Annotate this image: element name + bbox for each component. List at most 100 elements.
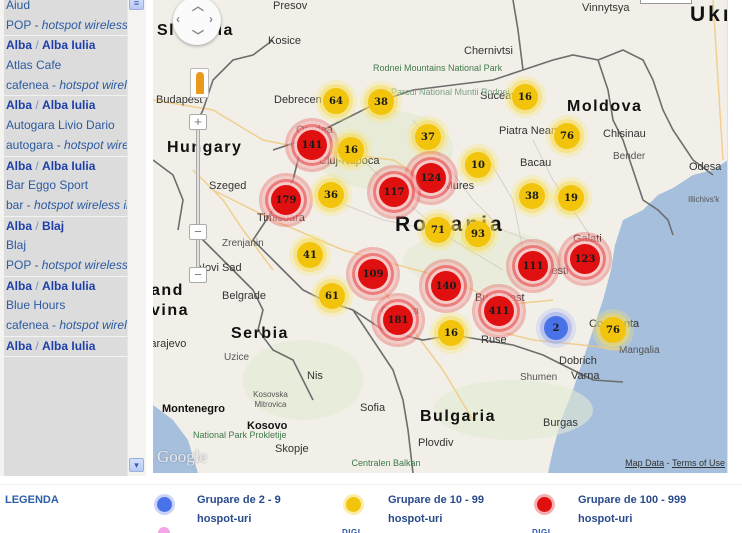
label-mangalia: Mangalia (619, 345, 660, 356)
city-link[interactable]: Alba Iulia (42, 279, 95, 293)
hotspot-type: autogara - hotspot wireless indoor (6, 137, 127, 152)
google-logo: Google (157, 447, 208, 466)
label-bacau: Bacau (520, 157, 552, 169)
cluster-marker[interactable]: 141 (297, 130, 327, 160)
cluster-marker[interactable]: 181 (383, 305, 413, 335)
pan-left-icon[interactable]: ‹ (176, 12, 180, 26)
label-ruse: Ruse (481, 334, 507, 346)
label-montenegro: Montenegro (162, 403, 225, 415)
cluster-marker[interactable]: 37 (415, 124, 441, 150)
terms-of-use-link[interactable]: Terms of Use (672, 458, 725, 468)
label-skopje: Skopje (275, 443, 309, 455)
list-item[interactable]: Alba / Alba Iulia Blue Hours cafenea - h… (4, 277, 127, 337)
cluster-marker[interactable]: 16 (438, 320, 464, 346)
label-chernivtsi: Chernivtsi (464, 45, 513, 57)
label-moldova: Moldova (567, 98, 643, 115)
list-item[interactable]: Aiud POP - hotspot wireless indoor (4, 0, 127, 37)
city-link[interactable]: Alba Iulia (42, 98, 95, 112)
hotspot-list[interactable]: Aiud POP - hotspot wireless indoor Alba … (4, 0, 127, 476)
county-link[interactable]: Alba (6, 339, 32, 353)
pink-cluster-icon (158, 527, 170, 533)
label-hungary: Hungary (167, 139, 243, 156)
city-link[interactable]: Alba Iulia (42, 339, 95, 353)
list-item[interactable]: Alba / Alba Iulia Bar Eggo Sport bar - h… (4, 157, 127, 217)
cluster-marker[interactable]: 64 (323, 88, 349, 114)
cluster-marker[interactable]: 38 (519, 183, 545, 209)
cluster-marker[interactable]: 41 (297, 242, 323, 268)
legend: LEGENDA Grupare de 2 - 9 hospot-uri DIGI … (0, 484, 742, 533)
cluster-marker[interactable]: 124 (416, 163, 446, 193)
cluster-marker[interactable]: 38 (368, 89, 394, 115)
cluster-marker[interactable]: 19 (558, 185, 584, 211)
cluster-marker[interactable]: 123 (570, 244, 600, 274)
hotspot-location: Alba / Blaj (6, 218, 65, 233)
hotspot-map[interactable]: Slovakia Hungary Romania Moldova Serbia … (153, 0, 728, 473)
cluster-marker[interactable]: 411 (484, 296, 514, 326)
scroll-down-arrow-icon[interactable]: ▾ (129, 458, 144, 472)
label-varna: Varna (571, 370, 600, 382)
label-centralen-balkan: Centralen Balkan (351, 458, 421, 468)
label-bulgaria: Bulgaria (420, 408, 497, 425)
county-link[interactable]: Alba (6, 219, 32, 233)
pan-right-icon[interactable]: › (209, 12, 213, 26)
label-serbia: Serbia (231, 325, 289, 342)
scrollbar-thumb[interactable]: ≡ (129, 0, 144, 10)
zoom-slider-track[interactable] (196, 130, 200, 270)
street-view-pegman-icon[interactable] (190, 68, 209, 98)
city-link[interactable]: Blaj (42, 219, 64, 233)
list-item[interactable]: Alba / Blaj Blaj POP - hotspot wireless … (4, 217, 127, 277)
label-rodnei-park-ro: Parcul National Muntii Rodnei (391, 87, 510, 97)
cluster-marker[interactable]: 76 (600, 317, 626, 343)
cluster-marker[interactable]: 117 (379, 177, 409, 207)
city-link[interactable]: Alba Iulia (42, 38, 95, 52)
zoom-out-button[interactable]: − (189, 267, 207, 283)
city-link[interactable]: Alba Iulia (42, 159, 95, 173)
label-zrenjanin: Zrenjanin (222, 238, 264, 249)
hotspot-location: Alba / Alba Iulia (6, 38, 96, 53)
cluster-marker[interactable]: 93 (465, 221, 491, 247)
hotspot-name: Autogara Livio Dario (6, 118, 115, 133)
legend-title: LEGENDA (5, 494, 59, 506)
blue-cluster-icon (157, 497, 172, 512)
cluster-marker[interactable]: 179 (271, 185, 301, 215)
cluster-marker[interactable]: 140 (431, 271, 461, 301)
map-type-control[interactable] (640, 0, 692, 4)
county-link[interactable]: Alba (6, 159, 32, 173)
label-bosnia-1: and (153, 282, 184, 299)
list-scrollbar[interactable]: ≡ ▾ (127, 0, 144, 476)
hotspot-type: POP - hotspot wireless indoor (6, 17, 127, 32)
cluster-marker[interactable]: 76 (554, 123, 580, 149)
label-kosovska-mitrovica: Kosovska Mitrovica (253, 390, 288, 409)
label-prokletije-park: National Park Prokletije (193, 430, 287, 440)
zoom-slider-handle[interactable]: − (189, 224, 207, 240)
cluster-marker[interactable]: 36 (318, 182, 344, 208)
list-item[interactable]: Alba / Alba Iulia Autogara Livio Dario a… (4, 96, 127, 157)
pan-up-icon[interactable]: ︿ (192, 0, 204, 14)
county-link[interactable]: Alba (6, 279, 32, 293)
label-szeged: Szeged (209, 180, 247, 192)
cluster-marker[interactable]: 10 (465, 152, 491, 178)
label-debrecen: Debrecen (274, 94, 322, 106)
cluster-marker[interactable]: 2 (544, 316, 568, 340)
hotspot-name: Aiud (6, 0, 31, 12)
cluster-marker[interactable]: 71 (425, 217, 451, 243)
cluster-marker[interactable]: 16 (512, 84, 538, 110)
red-cluster-icon (537, 497, 552, 512)
label-ukraine: Ukr (690, 3, 727, 26)
legend-label: Grupare de 100 - 999 hospot-uri (578, 494, 687, 525)
zoom-in-button[interactable]: + (189, 114, 207, 130)
map-data-link[interactable]: Map Data (625, 458, 664, 468)
list-item[interactable]: Alba / Alba Iulia Atlas Cafe cafenea - h… (4, 36, 127, 97)
list-item[interactable]: Alba / Alba Iulia (4, 337, 127, 358)
label-sofia: Sofia (360, 402, 386, 414)
cluster-marker[interactable]: 111 (518, 251, 548, 281)
label-uzice: Uzice (224, 352, 250, 363)
cluster-marker[interactable]: 109 (358, 259, 388, 289)
hotspot-type: cafenea - hotspot wireless indoor (6, 77, 127, 92)
cluster-marker[interactable]: 16 (338, 137, 364, 163)
county-link[interactable]: Alba (6, 98, 32, 112)
county-link[interactable]: Alba (6, 38, 32, 52)
pan-down-icon[interactable]: ﹀ (192, 27, 204, 44)
cluster-marker[interactable]: 61 (319, 283, 345, 309)
label-burgas: Burgas (543, 417, 578, 429)
